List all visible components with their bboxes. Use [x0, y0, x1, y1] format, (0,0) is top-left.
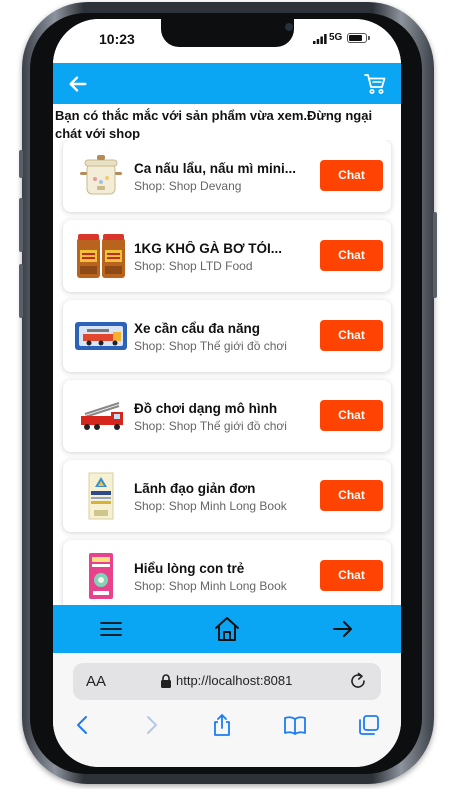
product-image-fire-truck — [81, 402, 123, 430]
product-image-crane-truck — [75, 322, 127, 350]
browser-forward-icon[interactable] — [139, 713, 163, 737]
battery-cap — [368, 36, 370, 40]
status-bar: 10:23 5G — [53, 19, 401, 63]
browser-back-icon[interactable] — [71, 713, 95, 737]
chat-button[interactable]: Chat — [320, 560, 383, 591]
product-image-book-leadership — [88, 472, 114, 520]
chat-button[interactable]: Chat — [320, 320, 383, 351]
product-card: Đồ chơi dạng mô hình Shop: Shop Thế giới… — [63, 380, 391, 452]
address-bar[interactable]: AA http://localhost:8081 — [73, 663, 381, 700]
product-name[interactable]: Hiểu lòng con trẻ — [134, 561, 308, 576]
product-card: Xe cần cẩu đa năng Shop: Shop Thế giới đ… — [63, 300, 391, 372]
shop-name: Shop: Shop Thế giới đồ chơi — [134, 339, 287, 353]
shop-name: Shop: Shop Minh Long Book — [134, 579, 287, 593]
chat-button[interactable]: Chat — [320, 160, 383, 191]
chat-prompt-text: Bạn có thắc mắc với sản phẩm vừa xem.Đừn… — [55, 108, 373, 141]
product-card: Hiểu lòng con trẻ Shop: Shop Minh Long B… — [63, 540, 391, 605]
app-header — [53, 63, 401, 104]
tabs-icon[interactable] — [357, 713, 381, 737]
shop-name: Shop: Shop Thế giới đồ chơi — [134, 419, 287, 433]
product-image-dried-chicken — [77, 234, 125, 278]
reload-icon[interactable] — [349, 672, 367, 690]
bottom-navigation — [53, 605, 401, 653]
arrow-right-icon[interactable] — [331, 617, 355, 641]
network-label: 5G — [329, 32, 343, 43]
product-name[interactable]: 1KG KHÔ GÀ BƠ TỎI... — [134, 241, 308, 256]
notch — [161, 19, 294, 47]
battery-icon — [347, 33, 367, 43]
chat-button[interactable]: Chat — [320, 480, 383, 511]
lock-icon — [161, 674, 171, 688]
product-name[interactable]: Đồ chơi dạng mô hình — [134, 401, 308, 416]
product-image-pot — [80, 155, 122, 195]
url-text[interactable]: http://localhost:8081 — [176, 673, 292, 688]
volume-down-button — [19, 264, 23, 318]
status-time: 10:23 — [99, 31, 135, 47]
chat-button[interactable]: Chat — [320, 240, 383, 271]
signal-icon — [313, 34, 327, 44]
power-button — [433, 212, 437, 298]
bookmarks-icon[interactable] — [283, 713, 307, 737]
shop-name: Shop: Shop LTD Food — [134, 259, 253, 273]
mute-switch — [19, 150, 23, 178]
product-name[interactable]: Lãnh đạo giản đơn — [134, 481, 308, 496]
shop-name: Shop: Shop Minh Long Book — [134, 499, 287, 513]
screen: 10:23 5G Bạn có thắc mắc với sản phẩm vừ… — [53, 19, 401, 767]
chat-button[interactable]: Chat — [320, 400, 383, 431]
home-icon[interactable] — [213, 615, 241, 643]
share-icon[interactable] — [210, 713, 234, 737]
volume-up-button — [19, 198, 23, 252]
product-card: 1KG KHÔ GÀ BƠ TỎI... Shop: Shop LTD Food… — [63, 220, 391, 292]
browser-toolbar: AA http://localhost:8081 — [53, 653, 401, 767]
arrow-left-icon[interactable] — [67, 73, 89, 95]
text-size-button[interactable]: AA — [86, 673, 106, 690]
product-card: Ca nấu lẩu, nấu mì mini... Shop: Shop De… — [63, 140, 391, 212]
product-name[interactable]: Ca nấu lẩu, nấu mì mini... — [134, 161, 308, 176]
product-card: Lãnh đạo giản đơn Shop: Shop Minh Long B… — [63, 460, 391, 532]
shop-name: Shop: Shop Devang — [134, 179, 242, 193]
product-image-book-children — [89, 553, 113, 599]
product-name[interactable]: Xe cần cẩu đa năng — [134, 321, 308, 336]
menu-icon[interactable] — [100, 619, 122, 639]
viewed-products-list: Ca nấu lẩu, nấu mì mini... Shop: Shop De… — [53, 140, 401, 605]
shopping-cart-icon[interactable] — [363, 72, 387, 96]
front-camera — [285, 23, 293, 31]
